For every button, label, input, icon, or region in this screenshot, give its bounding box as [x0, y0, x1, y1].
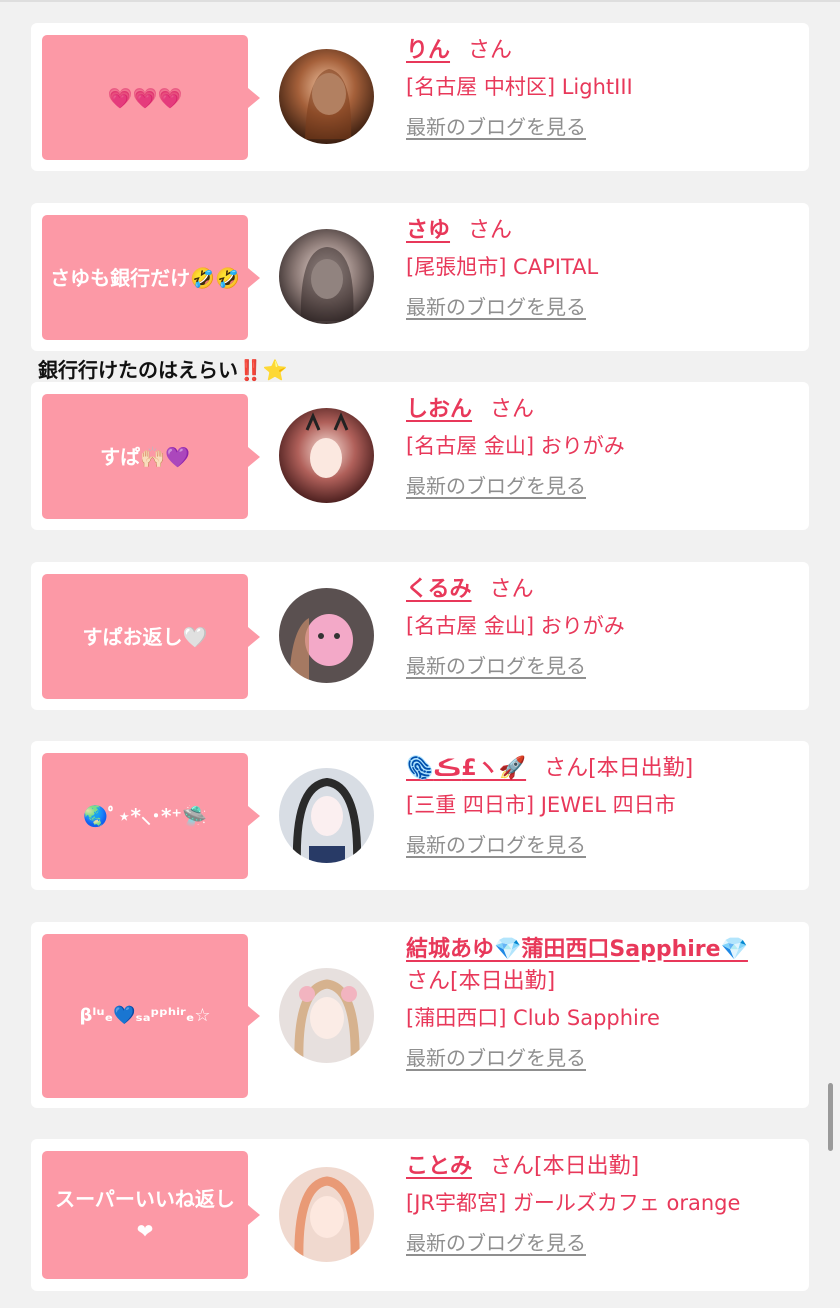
- overflow-message-text: 銀行行けたのはえらい‼️⭐️: [38, 358, 288, 382]
- latest-blog-link[interactable]: 最新のブログを見る: [406, 650, 791, 682]
- message-bubble: βˡᵘₑ💙ₛₐᵖᵖʰⁱʳₑ☆: [42, 934, 260, 1098]
- honorific: さん[本日出勤]: [406, 969, 556, 994]
- latest-blog-link[interactable]: 最新のブログを見る: [406, 111, 791, 143]
- avatar[interactable]: [279, 968, 374, 1063]
- profile-name-link[interactable]: 結城あゆ💎蒲田西口Sapphire💎: [406, 937, 748, 962]
- latest-blog-link[interactable]: 最新のブログを見る: [406, 829, 791, 861]
- profile-card: すぱ🙌🏻💜 しおん さん [名古屋 金山] おりがみ 最新のブログを見る: [31, 382, 809, 530]
- message-text: βˡᵘₑ💙ₛₐᵖᵖʰⁱʳₑ☆: [79, 1005, 211, 1026]
- shop-label: [三重 四日市] JEWEL 四日市: [406, 793, 676, 817]
- message-text: すぱ🙌🏻💜: [100, 444, 190, 469]
- avatar[interactable]: [279, 588, 374, 683]
- message-bubble: すぱお返し🤍: [42, 574, 260, 699]
- shop-label: [尾張旭市] CAPITAL: [406, 255, 599, 279]
- shop-label: [JR宇都宮] ガールズカフェ orange: [406, 1191, 741, 1215]
- latest-blog-link[interactable]: 最新のブログを見る: [406, 470, 791, 502]
- message-bubble: スーパーいいね返し❤︎: [42, 1151, 260, 1279]
- latest-blog-link[interactable]: 最新のブログを見る: [406, 1227, 791, 1259]
- avatar[interactable]: [279, 1167, 374, 1262]
- message-bubble: さゆも銀行だけ🤣🤣: [42, 215, 260, 340]
- shop-label: [名古屋 金山] おりがみ: [406, 614, 625, 638]
- latest-blog-link[interactable]: 最新のブログを見る: [406, 1042, 791, 1074]
- honorific: さん: [468, 38, 513, 63]
- message-text: 🌏ﾟ⋆*⸜･*⁺🛸: [83, 804, 207, 828]
- shop-label: [名古屋 中村区] LightIII: [406, 75, 633, 99]
- avatar[interactable]: [279, 49, 374, 144]
- latest-blog-link[interactable]: 最新のブログを見る: [406, 291, 791, 323]
- avatar[interactable]: [279, 768, 374, 863]
- scrollbar[interactable]: [828, 1083, 833, 1151]
- shop-label: [蒲田西口] Club Sapphire: [406, 1006, 660, 1030]
- profile-card: βˡᵘₑ💙ₛₐᵖᵖʰⁱʳₑ☆ 結城あゆ💎蒲田西口Sapphire💎 さん[本日出勤…: [31, 922, 809, 1108]
- message-text: 💗💗💗: [107, 85, 183, 110]
- profile-name-link[interactable]: りん: [406, 38, 450, 63]
- profile-name-link[interactable]: しおん: [406, 397, 472, 422]
- honorific: さん: [490, 397, 535, 422]
- profile-name-link[interactable]: ことみ: [406, 1154, 472, 1179]
- honorific: さん[本日出勤]: [490, 1154, 640, 1179]
- top-divider: [0, 0, 840, 2]
- avatar[interactable]: [279, 229, 374, 324]
- honorific: さん[本日出勤]: [544, 756, 694, 781]
- profile-name-link[interactable]: さゆ: [406, 218, 450, 243]
- message-text: すぱお返し🤍: [82, 624, 208, 649]
- profile-name-link[interactable]: 🫆ڪ£ヽ🚀: [406, 756, 526, 781]
- honorific: さん: [468, 218, 513, 243]
- profile-card: 🌏ﾟ⋆*⸜･*⁺🛸 🫆ڪ£ヽ🚀 さん[本日出勤] [三重 四日市] JEWEL 四…: [31, 741, 809, 890]
- message-text: さゆも銀行だけ🤣🤣: [50, 265, 240, 290]
- message-bubble: すぱ🙌🏻💜: [42, 394, 260, 519]
- profile-card: さゆも銀行だけ🤣🤣 さゆ さん [尾張旭市] CAPITAL 最新のブログを見る: [31, 203, 809, 351]
- shop-label: [名古屋 金山] おりがみ: [406, 434, 625, 458]
- profile-name-link[interactable]: くるみ: [406, 577, 472, 602]
- message-bubble: 💗💗💗: [42, 35, 260, 160]
- profile-card: すぱお返し🤍 くるみ さん [名古屋 金山] おりがみ 最新のブログを見る: [31, 562, 809, 710]
- message-text: スーパーいいね返し❤︎: [55, 1187, 235, 1243]
- profile-card: 💗💗💗 りん さん [名古屋 中村区] LightIII 最新のブログを見る: [31, 23, 809, 171]
- message-bubble: 🌏ﾟ⋆*⸜･*⁺🛸: [42, 753, 260, 879]
- honorific: さん: [489, 577, 534, 602]
- profile-card: スーパーいいね返し❤︎ ことみ さん[本日出勤] [JR宇都宮] ガールズカフェ …: [31, 1139, 809, 1291]
- avatar[interactable]: [279, 408, 374, 503]
